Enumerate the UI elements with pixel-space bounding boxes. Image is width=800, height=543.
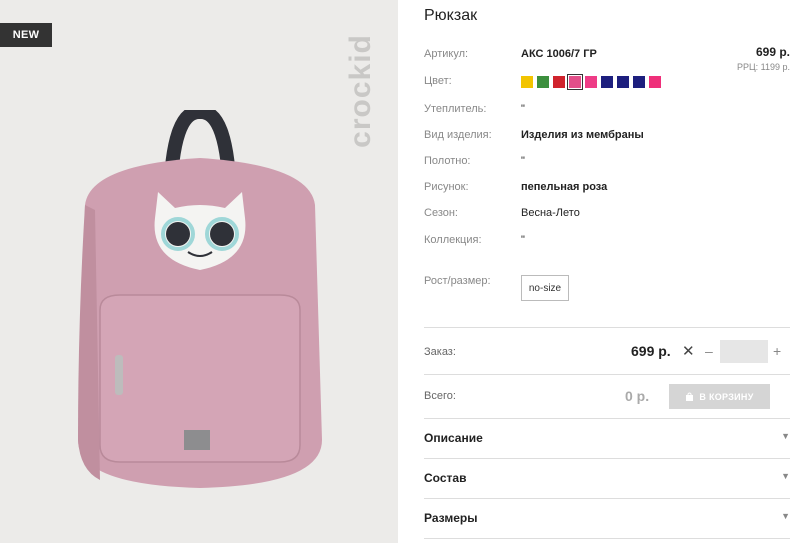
color-swatch[interactable] [567, 74, 583, 90]
color-swatch[interactable] [617, 76, 629, 88]
divider [424, 327, 790, 328]
color-swatch[interactable] [633, 76, 645, 88]
order-price: 699 р. [631, 343, 671, 359]
collection-value: " [521, 234, 525, 246]
accordion-description-title: Описание [424, 431, 483, 445]
divider [424, 538, 790, 539]
size-option-no-size[interactable]: no-size [521, 275, 569, 301]
new-badge: NEW [0, 23, 52, 47]
recommended-price: РРЦ: 1199 р. [736, 62, 790, 72]
pattern-label: Рисунок: [424, 181, 469, 193]
product-info: Рюкзак 699 р. РРЦ: 1199 р. Артикул: АКС … [424, 0, 800, 543]
season-value: Весна-Лето [521, 207, 580, 219]
product-price: 699 р. [755, 45, 790, 59]
backpack-image [78, 110, 322, 488]
accordion-composition[interactable]: Состав ▼ [424, 459, 790, 499]
size-label: Рост/размер: [424, 275, 491, 287]
bag-icon [686, 392, 694, 401]
article-label: Артикул: [424, 48, 469, 60]
total-value: 0 р. [625, 388, 650, 404]
accordion-sizes-title: Размеры [424, 511, 478, 525]
fabric-label: Полотно: [424, 155, 471, 167]
chevron-down-icon: ▼ [781, 511, 790, 521]
quantity-input[interactable] [720, 340, 768, 363]
increase-quantity-button[interactable]: + [773, 343, 781, 359]
season-label: Сезон: [424, 207, 458, 219]
product-title: Рюкзак [424, 7, 478, 24]
color-label: Цвет: [424, 75, 452, 87]
divider [424, 374, 790, 375]
accordion-composition-title: Состав [424, 471, 467, 485]
order-label: Заказ: [424, 346, 456, 358]
color-swatches [521, 74, 661, 90]
accordion-sizes[interactable]: Размеры ▼ [424, 499, 790, 539]
add-to-cart-button[interactable]: В КОРЗИНУ [669, 384, 770, 409]
color-swatch[interactable] [537, 76, 549, 88]
color-swatch[interactable] [585, 76, 597, 88]
type-value: Изделия из мембраны [521, 129, 644, 141]
product-photo[interactable]: NEW crockid [0, 0, 398, 543]
chevron-down-icon: ▼ [781, 431, 790, 441]
article-value: АКС 1006/7 ГР [521, 48, 597, 60]
color-swatch[interactable] [521, 76, 533, 88]
color-swatch[interactable] [649, 76, 661, 88]
add-to-cart-label: В КОРЗИНУ [699, 391, 754, 402]
total-label: Всего: [424, 390, 456, 402]
brand-logo-text: crockid [344, 33, 377, 148]
pattern-value: пепельная роза [521, 181, 608, 193]
remove-order-icon[interactable]: ✕ [682, 342, 695, 360]
brand-logo: crockid [336, 18, 386, 163]
decrease-quantity-button[interactable]: – [705, 343, 713, 359]
chevron-down-icon: ▼ [781, 471, 790, 481]
collection-label: Коллекция: [424, 234, 482, 246]
insulation-value: " [521, 103, 525, 115]
accordion-description[interactable]: Описание ▼ [424, 419, 790, 459]
color-swatch[interactable] [601, 76, 613, 88]
insulation-label: Утеплитель: [424, 103, 487, 115]
fabric-value: " [521, 155, 525, 167]
type-label: Вид изделия: [424, 129, 492, 141]
color-swatch[interactable] [553, 76, 565, 88]
